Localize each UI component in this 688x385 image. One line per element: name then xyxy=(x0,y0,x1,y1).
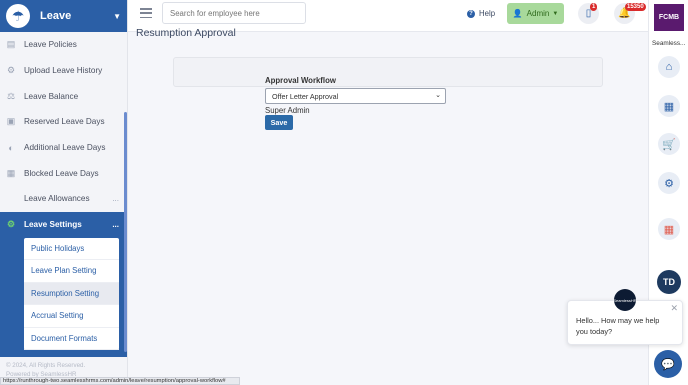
sidebar-item-label: Leave Policies xyxy=(24,40,77,50)
selected-workflow: Offer Letter Approval xyxy=(272,91,339,101)
sidebar-item-label: Reserved Leave Days xyxy=(24,117,105,127)
gear-icon: ⚙ xyxy=(664,177,674,190)
scale-icon: ⚖ xyxy=(6,90,16,101)
help-label: Help xyxy=(479,9,496,18)
grid-icon: ▦ xyxy=(663,100,675,113)
more-icon: ... xyxy=(112,220,119,230)
approval-workflow-select[interactable]: Offer Letter Approval ⌄ xyxy=(265,88,446,104)
chat-icon: 💬 xyxy=(661,358,675,371)
cart-icon: 🛒 xyxy=(662,138,676,151)
approval-workflow-label: Approval Workflow xyxy=(265,76,336,85)
user-avatar[interactable]: TD xyxy=(657,270,681,294)
submenu-item-document-formats[interactable]: Document Formats xyxy=(24,328,119,350)
sidebar-item-leave-balance[interactable]: ⚖ Leave Balance xyxy=(0,83,127,109)
sidebar-item-label: Additional Leave Days xyxy=(24,143,106,153)
page-title: Resumption Approval xyxy=(136,27,236,39)
submenu-item-accrual-setting[interactable]: Accrual Setting xyxy=(24,305,119,328)
chevron-down-icon: ⌄ xyxy=(435,92,441,99)
admin-menu-button[interactable]: 👤 Admin ▼ xyxy=(507,3,564,24)
more-icon: ... xyxy=(112,194,119,204)
settings-button[interactable]: ⚙ xyxy=(658,172,680,194)
gear-icon: ⚙ xyxy=(6,65,16,76)
modules-button[interactable]: ▦ xyxy=(658,218,680,240)
calendar-icon: ▦ xyxy=(6,167,16,178)
document-icon: ▤ xyxy=(6,39,16,50)
sidebar-item-label: Upload Leave History xyxy=(24,66,103,76)
chat-launcher-button[interactable]: 💬 xyxy=(654,350,682,378)
sidebar-item-upload-leave-history[interactable]: ⚙ Upload Leave History xyxy=(0,58,127,84)
admin-label: Admin xyxy=(526,9,550,18)
sidebar-item-leave-policies[interactable]: ▤ Leave Policies xyxy=(0,32,127,58)
company-name: Seamless... xyxy=(652,40,686,47)
leave-module-icon: ☂ xyxy=(6,4,30,28)
sidebar-item-label: Leave Settings xyxy=(24,220,82,230)
blank-icon xyxy=(6,194,16,204)
colored-grid-icon: ▦ xyxy=(663,223,675,236)
home-icon: ⌂ xyxy=(665,61,673,73)
sidebar-item-label: Leave Allowances xyxy=(24,194,90,204)
sidebar: ☂ Leave ▼ ▤ Leave Policies ⚙ Upload Leav… xyxy=(0,0,128,385)
save-button[interactable]: Save xyxy=(265,115,293,130)
sidebar-item-label: Leave Balance xyxy=(24,91,79,101)
menu-toggle-icon[interactable] xyxy=(140,8,152,19)
copyright-text: © 2024, All Rights Reserved. xyxy=(6,362,86,369)
chat-message: Hello... How may we help you today? xyxy=(576,316,660,336)
gear-icon: ⚙ xyxy=(6,219,16,230)
sidebar-item-blocked-leave-days[interactable]: ▦ Blocked Leave Days xyxy=(0,160,127,186)
close-icon[interactable]: ✕ xyxy=(670,303,678,314)
caret-down-icon: ▼ xyxy=(552,10,559,17)
cart-button[interactable]: 🛒 xyxy=(658,133,680,155)
leave-settings-submenu: Public Holidays Leave Plan Setting Resum… xyxy=(0,237,127,357)
home-button[interactable]: ⌂ xyxy=(658,56,680,78)
status-bar-url: https://runthrough-two.seamlesshrms.com/… xyxy=(0,377,240,385)
question-icon: ? xyxy=(467,9,475,18)
approver-name: Super Admin xyxy=(265,106,310,115)
notifications-badge: 15350 xyxy=(625,3,646,11)
workflow-card xyxy=(173,57,603,87)
sidebar-item-leave-allowances[interactable]: Leave Allowances ... xyxy=(0,186,127,212)
shield-icon: ◐ xyxy=(8,142,14,153)
company-logo[interactable]: FCMB xyxy=(654,4,684,31)
sidebar-item-leave-settings[interactable]: ⚙ Leave Settings ... xyxy=(0,211,127,238)
chat-bot-avatar: SeamlessHR xyxy=(613,289,637,311)
user-icon: 👤 xyxy=(512,9,523,18)
caret-down-icon: ▼ xyxy=(113,11,121,21)
submenu-item-public-holidays[interactable]: Public Holidays xyxy=(24,238,119,260)
employee-search-input[interactable] xyxy=(162,2,306,24)
submenu-item-resumption-setting[interactable]: Resumption Setting xyxy=(24,282,119,305)
submenu-item-leave-plan-setting[interactable]: Leave Plan Setting xyxy=(24,260,119,283)
lock-icon: ▣ xyxy=(6,116,16,127)
sidebar-item-label: Blocked Leave Days xyxy=(24,168,99,178)
module-title: Leave xyxy=(40,10,72,22)
sidebar-item-reserved-leave-days[interactable]: ▣ Reserved Leave Days xyxy=(0,109,127,135)
help-link[interactable]: ? Help xyxy=(467,9,495,18)
sidebar-scrollbar[interactable] xyxy=(124,112,127,352)
module-switcher[interactable]: ☂ Leave ▼ xyxy=(0,0,127,32)
apps-button[interactable]: ▦ xyxy=(658,95,680,117)
sidebar-item-additional-leave-days[interactable]: ◐ Additional Leave Days xyxy=(0,135,127,161)
